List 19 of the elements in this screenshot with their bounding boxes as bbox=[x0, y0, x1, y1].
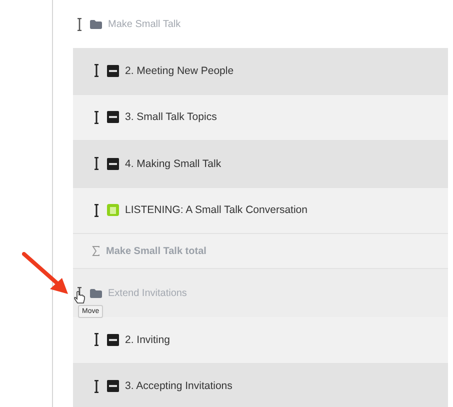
drag-handle-icon[interactable] bbox=[94, 204, 99, 217]
folder-icon bbox=[90, 20, 102, 28]
drag-handle-icon[interactable] bbox=[94, 157, 99, 170]
item-title[interactable]: 3. Small Talk Topics bbox=[125, 111, 217, 124]
item-title[interactable]: 2. Inviting bbox=[125, 334, 170, 346]
item-title[interactable]: 2. Meeting New People bbox=[125, 64, 234, 77]
assignment-icon bbox=[107, 204, 119, 216]
drag-handle-icon[interactable] bbox=[94, 64, 99, 78]
hand-cursor-icon bbox=[74, 291, 85, 304]
item-title[interactable]: 4. Making Small Talk bbox=[125, 158, 222, 170]
drag-handle-icon[interactable] bbox=[94, 380, 99, 393]
drag-handle-icon[interactable] bbox=[94, 333, 99, 346]
folder-icon bbox=[90, 288, 102, 298]
item-title[interactable]: LISTENING: A Small Talk Conversation bbox=[125, 204, 308, 216]
total-title: Make Small Talk total bbox=[106, 246, 206, 256]
sum-icon bbox=[92, 246, 100, 256]
drag-handle-icon[interactable] bbox=[77, 18, 82, 30]
item-title[interactable]: 3. Accepting Invitations bbox=[125, 380, 232, 392]
drag-handle-icon[interactable] bbox=[94, 110, 99, 124]
